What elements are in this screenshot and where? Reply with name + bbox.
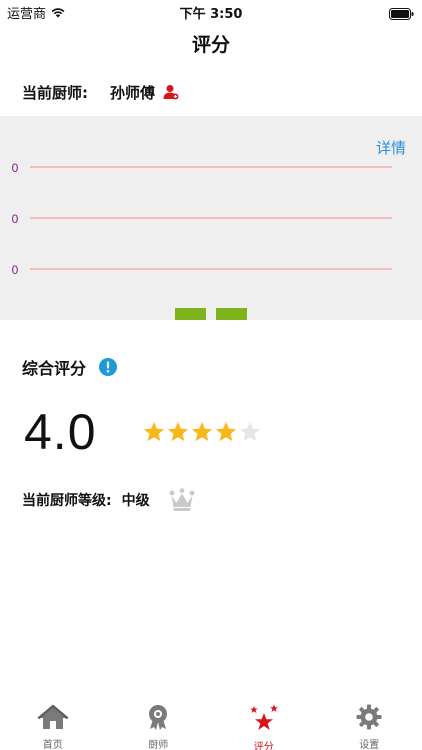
chef-level-value: 中级 [121, 493, 150, 509]
tab-settings-label: 设置 [359, 740, 380, 750]
tab-rating-label: 评分 [253, 742, 274, 750]
current-chef-name: 孙师傅 [110, 83, 156, 102]
star-filled-icon [215, 421, 237, 443]
tab-home-label: 首页 [42, 740, 63, 750]
tab-bar: 首页 厨师 评分 设置 [0, 700, 422, 750]
chart-y-tick-label: 0 [12, 212, 19, 226]
chart-y-tick-label: 0 [12, 263, 19, 277]
star-filled-icon [143, 421, 165, 443]
crown-icon [169, 488, 195, 512]
chef-level-row: 当前厨师等级: 中级 [22, 488, 195, 512]
chart-bar [216, 308, 247, 320]
star-empty-icon [239, 421, 261, 443]
tab-settings[interactable]: 设置 [317, 700, 422, 750]
score-chart: 0 0 0 详情 [0, 116, 422, 320]
overall-rating-title: 综合评分 [22, 359, 87, 378]
gear-icon [356, 704, 382, 730]
overall-rating-header: 综合评分 [22, 355, 118, 379]
current-chef-label: 当前厨师: [22, 83, 88, 102]
tab-chef[interactable]: 厨师 [106, 700, 212, 750]
chef-level-label: 当前厨师等级: [22, 493, 112, 509]
star-filled-icon [191, 421, 213, 443]
status-bar: 运营商 下午 3:50 [0, 0, 422, 22]
current-chef-row: 当前厨师: 孙师傅 [22, 82, 179, 102]
rating-stars [143, 421, 261, 443]
chef-badge-icon [146, 704, 170, 730]
tab-chef-label: 厨师 [148, 740, 169, 750]
details-link[interactable]: 详情 [376, 137, 406, 158]
status-time: 下午 3:50 [179, 7, 243, 22]
info-icon[interactable] [99, 358, 118, 376]
tab-home[interactable]: 首页 [0, 700, 106, 750]
chef-person-icon[interactable] [163, 84, 179, 100]
chart-bar [175, 308, 206, 320]
battery-icon [389, 5, 414, 24]
stars-icon [249, 704, 279, 732]
chart-canvas: 0 0 0 [12, 161, 392, 320]
page-title: 评分 [191, 34, 230, 56]
chart-y-tick-label: 0 [12, 161, 19, 175]
star-filled-icon [167, 421, 189, 443]
overall-score: 4.0 [24, 404, 97, 460]
home-icon [37, 704, 69, 730]
tab-rating[interactable]: 评分 [211, 700, 317, 750]
